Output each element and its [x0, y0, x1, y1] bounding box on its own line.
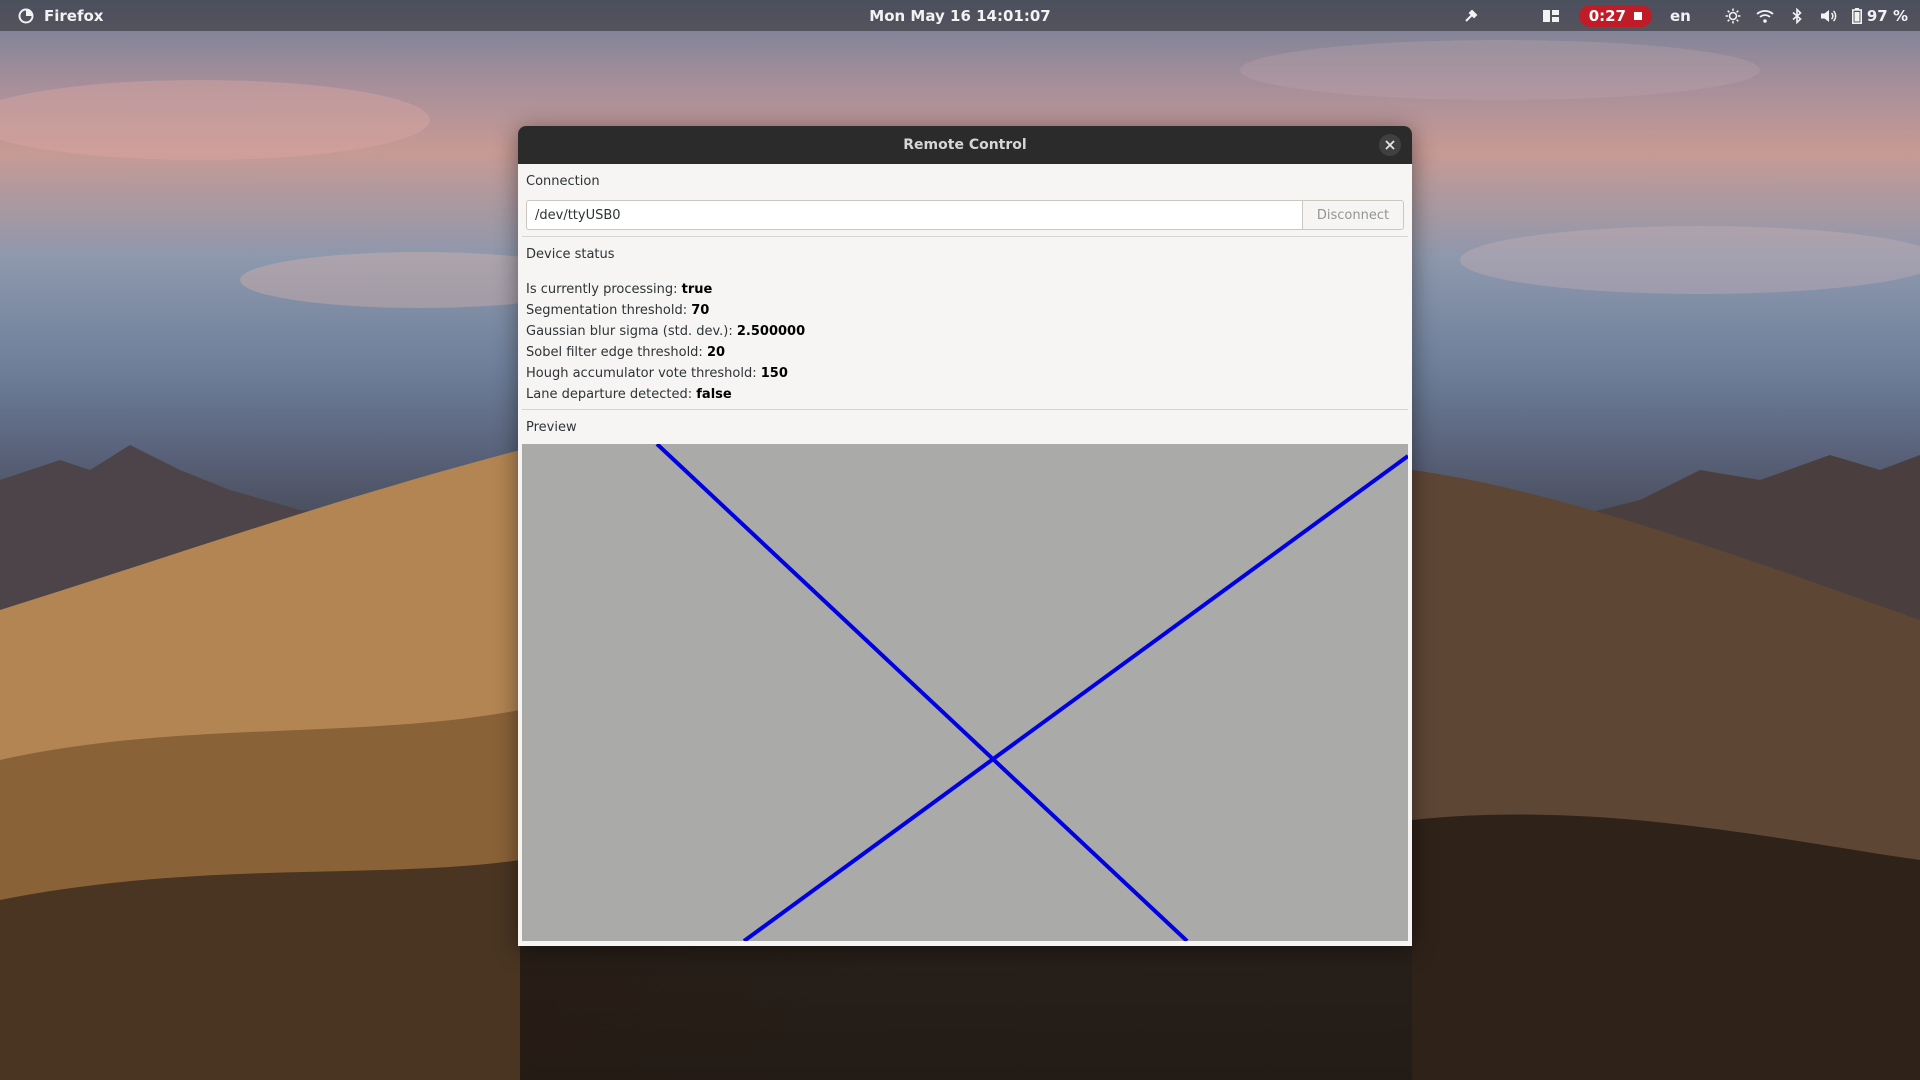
status-value: true [681, 282, 713, 297]
status-processing: Is currently processing: true [526, 279, 1404, 300]
status-label: Hough accumulator vote threshold: [526, 366, 757, 381]
window-titlebar[interactable]: Remote Control [518, 126, 1412, 164]
serial-port-field[interactable]: /dev/ttyUSB0 [526, 200, 1302, 230]
preview-background [522, 444, 1408, 941]
disconnect-button[interactable]: Disconnect [1302, 200, 1404, 230]
brightness-icon[interactable] [1723, 6, 1743, 26]
remote-control-window: Remote Control Connection /dev/ttyUSB0 D… [518, 126, 1412, 946]
close-icon [1385, 140, 1395, 150]
status-label: Lane departure detected: [526, 387, 693, 402]
battery-indicator[interactable]: 97 % [1851, 6, 1908, 26]
status-value: 2.500000 [736, 324, 806, 339]
firefox-icon [16, 6, 36, 26]
window-title: Remote Control [903, 137, 1027, 153]
status-value: false [696, 387, 732, 402]
status-value: 150 [760, 366, 788, 381]
recording-time: 0:27 [1588, 6, 1626, 25]
stop-icon [1634, 11, 1642, 20]
activities-app-menu[interactable]: Firefox [16, 0, 103, 31]
status-label: Sobel filter edge threshold: [526, 345, 703, 360]
bluetooth-icon[interactable] [1787, 6, 1807, 26]
wifi-icon[interactable] [1755, 6, 1775, 26]
status-label: Segmentation threshold: [526, 303, 688, 318]
status-value: 70 [691, 303, 710, 318]
status-segmentation-threshold: Segmentation threshold: 70 [526, 300, 1404, 321]
clock[interactable]: Mon May 16 14:01:07 [869, 7, 1050, 25]
close-button[interactable] [1379, 134, 1401, 156]
connection-label: Connection [526, 174, 600, 189]
device-status-label: Device status [526, 247, 615, 262]
color-picker-icon[interactable] [1461, 6, 1481, 26]
status-lane-departure: Lane departure detected: false [526, 384, 1404, 405]
preview-section: Preview [522, 410, 1408, 941]
preview-label: Preview [526, 420, 577, 435]
status-hough-threshold: Hough accumulator vote threshold: 150 [526, 363, 1404, 384]
volume-icon[interactable] [1819, 6, 1839, 26]
battery-icon [1851, 6, 1863, 26]
top-bar: Firefox Mon May 16 14:01:07 0:27 en 97 % [0, 0, 1920, 31]
status-label: Is currently processing: [526, 282, 678, 297]
status-value: 20 [706, 345, 726, 360]
status-label: Gaussian blur sigma (std. dev.): [526, 324, 733, 339]
connection-section: Connection /dev/ttyUSB0 Disconnect [522, 164, 1408, 237]
status-sobel-threshold: Sobel filter edge threshold: 20 [526, 342, 1404, 363]
status-gaussian-sigma: Gaussian blur sigma (std. dev.): 2.50000… [526, 321, 1404, 342]
battery-percent: 97 % [1866, 6, 1908, 25]
keyboard-layout-icon[interactable] [1541, 6, 1561, 26]
screen-recording-indicator[interactable]: 0:27 [1578, 4, 1652, 27]
input-language[interactable]: en [1670, 7, 1691, 25]
app-name: Firefox [44, 6, 104, 25]
device-status-section: Device status Is currently processing: t… [522, 237, 1408, 410]
preview-image [522, 444, 1408, 941]
